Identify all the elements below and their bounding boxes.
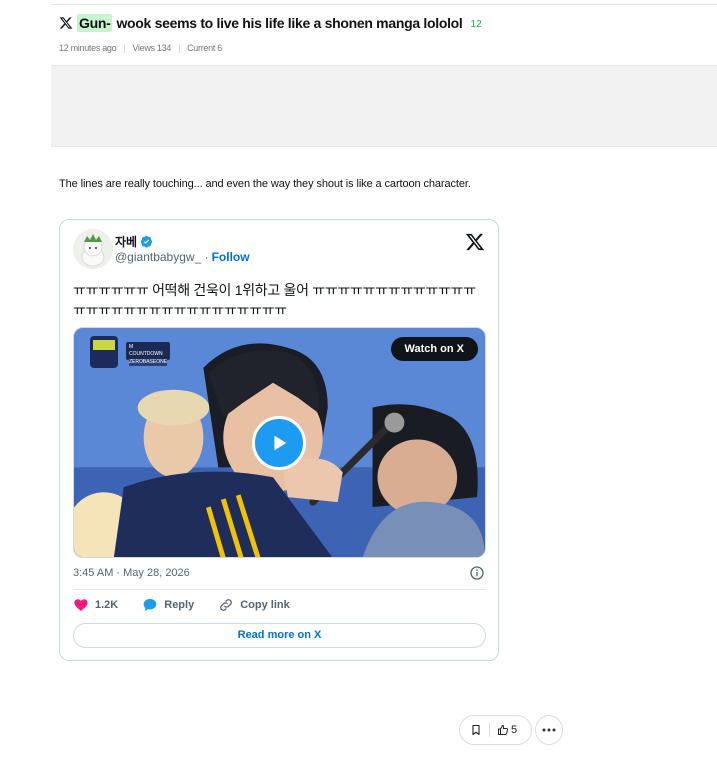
top-divider <box>51 4 717 5</box>
reply-button[interactable]: Reply <box>142 597 194 613</box>
tweet-timestamp[interactable]: 3:45 AM · May 28, 2026 <box>73 567 190 579</box>
copy-link-button[interactable]: Copy link <box>218 597 290 613</box>
link-icon <box>220 599 233 611</box>
author-handle-row: @giantbabygw_ · Follow <box>115 250 250 264</box>
copy-link-label: Copy link <box>240 599 290 611</box>
broadcast-tag-show: M COUNTDOWN <box>129 344 163 357</box>
post-body: The lines are really touching... and eve… <box>59 178 471 190</box>
embedded-tweet[interactable]: 자베 @giantbabygw_ · Follow ㅠㅠㅠㅠㅠㅠ 어떡해 건욱이… <box>59 219 499 661</box>
tweet-video[interactable]: M COUNTDOWN ZEROBASEONE Watch on X <box>73 327 486 558</box>
x-logo-icon[interactable] <box>465 232 485 252</box>
thumbs-up-count: 5 <box>511 724 518 736</box>
watch-on-x-button[interactable]: Watch on X <box>390 337 478 361</box>
ad-placeholder <box>51 65 717 147</box>
avatar[interactable] <box>73 229 113 269</box>
card-divider <box>73 589 486 590</box>
handle-dot: · <box>201 250 209 264</box>
play-button[interactable] <box>252 416 306 470</box>
reply-bubble-icon <box>143 599 157 611</box>
bookmark-icon[interactable] <box>470 724 482 736</box>
broadcast-tag-artist: ZEROBASEONE <box>129 359 168 366</box>
like-count: 1.2K <box>95 599 119 611</box>
post-action-pill: 5 <box>459 715 532 745</box>
post-title: Gun- wook seems to live his life like a … <box>59 12 482 34</box>
tweet-actions: 1.2K Reply Copy link <box>73 597 314 613</box>
thumbs-up-icon <box>498 725 508 735</box>
title-highlight: Gun- <box>77 14 113 32</box>
post-meta: 12 minutes ago | Views 134 | Current 6 <box>59 43 222 53</box>
broadcast-logo-icon <box>90 336 118 368</box>
meta-separator: | <box>123 43 126 53</box>
author-handle[interactable]: @giantbabygw_ <box>115 250 201 264</box>
read-more-button[interactable]: Read more on X <box>73 623 486 648</box>
author-name-text: 자베 <box>115 235 138 249</box>
x-logo-icon <box>59 17 73 29</box>
post-views: Views 134 <box>132 43 172 53</box>
post-current: Current 6 <box>187 43 222 53</box>
reply-label: Reply <box>164 599 195 611</box>
more-options-button[interactable] <box>535 715 563 745</box>
title-text: wook seems to live his life like a shone… <box>116 15 463 31</box>
meta-separator: | <box>178 43 181 53</box>
tweet-text: ㅠㅠㅠㅠㅠㅠ 어떡해 건욱이 1위하고 울어 ㅠㅠㅠㅠㅠㅠㅠㅠㅠㅠㅠㅠㅠㅠㅠㅠㅠ… <box>73 282 476 318</box>
author-name[interactable]: 자베 <box>115 233 153 250</box>
comment-count[interactable]: 12 <box>471 19 482 30</box>
post-time: 12 minutes ago <box>59 43 117 53</box>
avatar-image <box>73 229 113 269</box>
broadcast-tag: M COUNTDOWN ZEROBASEONE <box>126 342 170 366</box>
follow-button[interactable]: Follow <box>212 250 250 264</box>
thumbs-up-button[interactable]: 5 <box>497 724 517 736</box>
like-button[interactable]: 1.2K <box>73 597 118 613</box>
pill-divider <box>489 723 490 737</box>
verified-badge-icon <box>140 235 153 248</box>
heart-icon <box>74 599 88 611</box>
ellipsis-icon <box>542 728 556 732</box>
play-icon <box>274 435 287 451</box>
info-icon[interactable] <box>469 565 485 581</box>
